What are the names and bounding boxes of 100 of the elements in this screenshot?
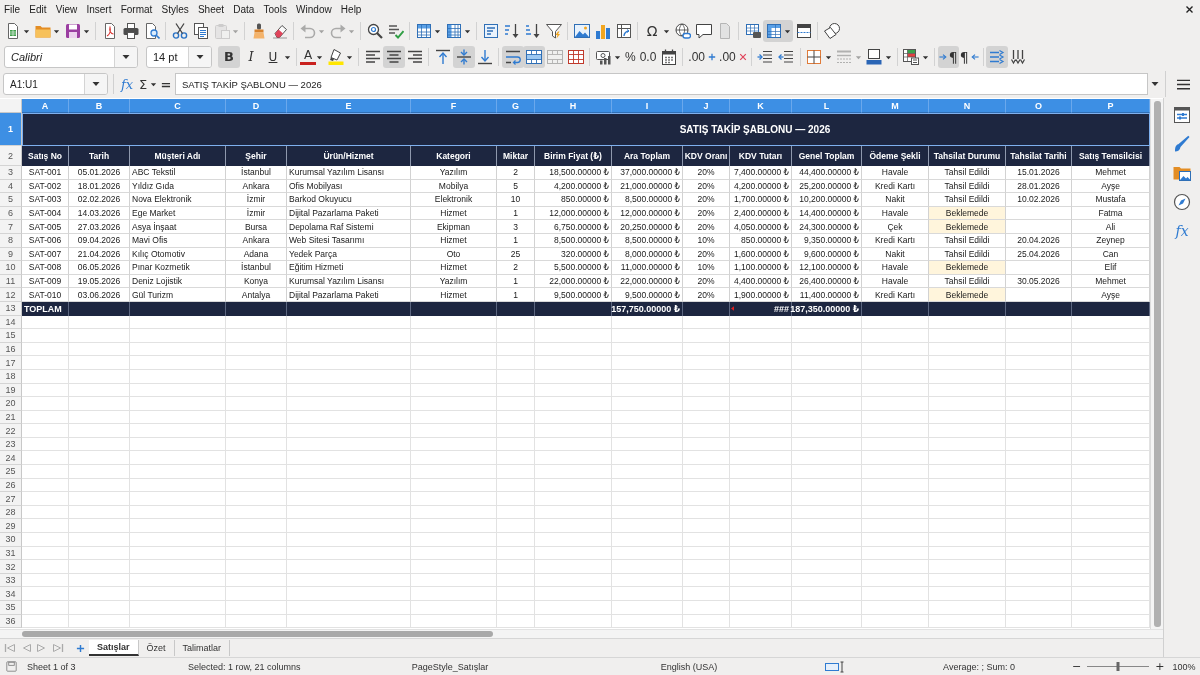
caret-icon[interactable] [346, 53, 353, 61]
row-header[interactable]: 20 [0, 397, 22, 411]
page-style-label[interactable]: PageStyle_Satışlar [340, 659, 560, 674]
sum-button[interactable]: Σ [136, 74, 150, 94]
align-center-icon[interactable] [382, 46, 405, 68]
align-bottom-icon[interactable] [476, 49, 493, 65]
menu-item[interactable]: Tools [258, 3, 292, 15]
row-header[interactable]: 17 [0, 356, 22, 370]
menu-item[interactable]: Window [291, 3, 337, 15]
grid-icon[interactable] [567, 49, 584, 65]
formula-button[interactable]: = [159, 74, 173, 94]
search-icon[interactable] [366, 23, 383, 39]
caret-icon[interactable] [784, 27, 791, 35]
align-middle-icon[interactable] [452, 46, 475, 68]
dropdown-button[interactable] [114, 47, 137, 67]
font-name-combobox[interactable]: Calibri [4, 46, 138, 68]
caret-icon[interactable] [83, 27, 90, 35]
row-header[interactable]: 7 [0, 220, 22, 234]
zoom-percent-label[interactable]: 100% [1172, 661, 1196, 672]
plus-icon[interactable] [76, 643, 85, 653]
align-right-icon[interactable] [406, 49, 423, 65]
caret-icon[interactable] [921, 53, 929, 61]
special-character-button[interactable]: Ω [641, 20, 672, 42]
row-header[interactable]: 12 [0, 288, 22, 302]
percent-format-button[interactable]: % [623, 46, 638, 68]
filter-icon[interactable] [545, 23, 562, 39]
table-printer-icon[interactable] [744, 23, 761, 39]
underline-button[interactable]: U [262, 46, 293, 68]
printer-icon[interactable] [122, 23, 139, 39]
menu-item[interactable]: View [51, 3, 82, 15]
bar-chart-icon[interactable] [594, 23, 611, 39]
row-header[interactable]: 29 [0, 519, 22, 534]
highlighter-icon[interactable] [327, 49, 344, 65]
pivot-table-icon[interactable] [615, 23, 632, 39]
row-header[interactable]: 32 [0, 560, 22, 574]
vertical-arrows-icon[interactable] [1010, 49, 1027, 65]
menu-item[interactable]: Sheet [193, 3, 229, 15]
calendar-icon[interactable] [660, 49, 677, 65]
freeze-rows-columns-button[interactable] [763, 20, 793, 42]
compass-icon[interactable] [1173, 193, 1191, 211]
language-label[interactable]: English (USA) [560, 659, 818, 674]
name-box[interactable]: A1:U1 [3, 73, 108, 95]
font-size-combobox[interactable]: 14 pt [146, 46, 212, 68]
row-header[interactable]: 35 [0, 601, 22, 615]
menu-item[interactable]: Help [336, 3, 367, 15]
table-grid-icon[interactable] [765, 23, 782, 39]
row-header[interactable]: 2 [0, 146, 22, 166]
zoom-slider-thumb[interactable] [1116, 662, 1120, 671]
formula-input[interactable]: SATIŞ TAKİP ŞABLONU — 2026 [175, 73, 1148, 95]
caret-icon[interactable] [464, 27, 471, 35]
row-header[interactable]: 22 [0, 424, 22, 438]
caret-icon[interactable] [92, 80, 100, 88]
globe-link-icon[interactable] [674, 23, 691, 39]
row-header[interactable]: 30 [0, 533, 22, 547]
banknote-chart-icon[interactable] [595, 49, 612, 65]
sort-descending-icon[interactable] [524, 23, 541, 39]
row-header[interactable]: 34 [0, 587, 22, 601]
close-icon[interactable] [1185, 4, 1194, 14]
row-header[interactable]: 5 [0, 193, 22, 207]
caret-icon[interactable] [824, 53, 832, 61]
row-header[interactable]: 27 [0, 492, 22, 506]
merged-row-grid-icon[interactable] [522, 46, 545, 68]
folder-image-icon[interactable] [1173, 164, 1191, 182]
caret-icon[interactable] [316, 53, 323, 61]
list-box-icon[interactable] [482, 23, 499, 39]
caret-icon[interactable] [53, 27, 60, 35]
menu-item[interactable]: Format [116, 3, 157, 15]
rectangle-cursor-icon[interactable] [825, 660, 845, 673]
eraser-icon[interactable] [271, 23, 288, 39]
zoom-out-button[interactable]: − [1070, 659, 1084, 674]
caret-icon[interactable] [884, 53, 892, 61]
right-to-left-button[interactable]: ¶ [958, 46, 980, 68]
increase-indent-icon[interactable] [757, 49, 774, 65]
row-header[interactable]: 3 [0, 166, 22, 180]
sort-ascending-icon[interactable] [503, 23, 520, 39]
vertical-scrollbar-thumb[interactable] [1153, 101, 1161, 627]
dropdown-button[interactable] [188, 47, 211, 67]
sheet-tab[interactable]: Satışlar [89, 640, 139, 656]
bold-button[interactable]: B [218, 46, 240, 68]
caret-icon[interactable] [122, 53, 130, 61]
wrap-text-icon[interactable] [501, 46, 524, 68]
scissors-icon[interactable] [171, 23, 188, 39]
menu-item[interactable]: Data [228, 3, 259, 15]
caret-icon[interactable] [1151, 80, 1159, 88]
caret-icon[interactable] [150, 80, 157, 88]
caret-icon[interactable] [196, 53, 204, 61]
shapes-icon[interactable] [823, 23, 840, 39]
colored-table-icon[interactable] [903, 49, 920, 65]
decrease-indent-icon[interactable] [778, 49, 795, 65]
number-format-button[interactable]: 0.0 [637, 46, 659, 68]
menu-icon[interactable] [1175, 77, 1191, 91]
row-header[interactable]: 10 [0, 261, 22, 275]
row-header[interactable]: 24 [0, 451, 22, 466]
dropdown-button[interactable] [84, 74, 107, 94]
caret-icon[interactable] [663, 27, 670, 35]
zoom-in-button[interactable]: + [1153, 659, 1167, 674]
copy-icon[interactable] [192, 23, 209, 39]
border-color-icon[interactable] [866, 49, 883, 65]
row-header[interactable]: 25 [0, 465, 22, 479]
print-preview-icon[interactable] [143, 23, 160, 39]
